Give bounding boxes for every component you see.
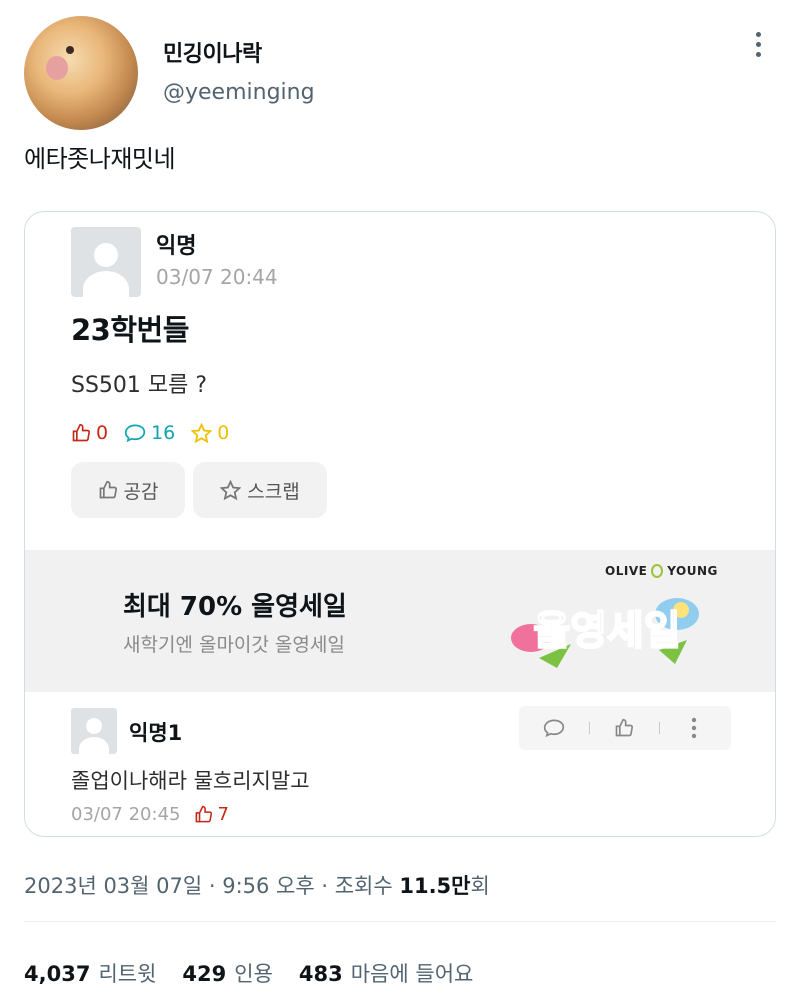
views-count: 11.5만 xyxy=(399,874,471,898)
post-author: 익명 xyxy=(156,234,197,259)
user-placeholder-icon xyxy=(71,227,141,297)
retweets-count: 4,037 xyxy=(24,962,91,986)
comment-author: 익명1 xyxy=(129,721,183,745)
comment-count: 16 xyxy=(151,422,176,444)
likes-link[interactable]: 483 마음에 들어요 xyxy=(299,958,473,988)
leaf-icon xyxy=(651,564,664,578)
quotes-link[interactable]: 429 인용 xyxy=(182,958,272,988)
timestamp-date: 2023년 03월 07일 · 9:56 오후 · 조회수 xyxy=(24,874,400,898)
sale-logo-text: 올영세일 xyxy=(533,608,680,654)
quotes-label: 인용 xyxy=(234,962,273,986)
divider xyxy=(24,921,776,922)
more-vertical-icon xyxy=(691,717,697,739)
like-count: 0 xyxy=(96,422,109,444)
star-icon xyxy=(220,479,242,500)
comment-toolbar xyxy=(519,706,731,750)
quotes-count: 429 xyxy=(182,962,227,986)
profile-avatar[interactable] xyxy=(24,16,138,130)
user-handle[interactable]: @yeeminging xyxy=(163,80,315,105)
brand-left: OLIVE xyxy=(605,564,648,578)
thumbs-up-icon xyxy=(615,718,634,737)
avatar-eye xyxy=(66,46,74,54)
post-stats: 0 16 0 xyxy=(71,422,245,444)
scrap-button[interactable]: 스크랩 xyxy=(193,462,327,518)
tweet-text: 에타좃나재밋네 xyxy=(24,145,176,173)
retweets-link[interactable]: 4,037 리트윗 xyxy=(24,958,156,988)
thumbs-up-icon xyxy=(196,805,213,823)
scrap-count: 0 xyxy=(217,422,230,444)
comment-like-stat: 7 xyxy=(194,804,229,825)
display-name[interactable]: 민깅이나락 xyxy=(163,36,262,68)
ad-banner[interactable]: 최대 70% 올영세일 새학기엔 올마이갓 올영세일 OLIVE YOUNG 올… xyxy=(25,550,775,692)
views-suffix: 회 xyxy=(470,874,490,898)
reply-button[interactable] xyxy=(519,706,589,750)
post-title: 23학번들 xyxy=(71,313,189,347)
engagement-bar: 4,037 리트윗 429 인용 483 마음에 들어요 xyxy=(24,958,499,988)
comment-icon xyxy=(124,424,146,443)
thumbs-up-icon xyxy=(99,480,117,499)
avatar-nose xyxy=(46,56,68,80)
retweets-label: 리트윗 xyxy=(98,962,157,986)
comment-like-count: 7 xyxy=(217,804,229,825)
comment-time: 03/07 20:45 xyxy=(71,804,181,825)
scrap-button-label: 스크랩 xyxy=(247,480,300,503)
comment-text: 졸업이나해라 물흐리지말고 xyxy=(71,769,310,793)
like-stat: 0 xyxy=(71,422,108,444)
comment-like-button[interactable] xyxy=(589,706,659,750)
sale-logo-graphic: 올영세일 xyxy=(511,598,699,668)
brand-right: YOUNG xyxy=(667,564,718,578)
user-placeholder-icon xyxy=(71,708,117,754)
comment-icon xyxy=(543,719,565,738)
comment-more-button[interactable] xyxy=(659,706,729,750)
brand-logo: OLIVE YOUNG xyxy=(605,564,718,578)
star-icon xyxy=(191,422,213,443)
post-time: 03/07 20:44 xyxy=(156,265,278,289)
likes-label: 마음에 들어요 xyxy=(350,962,474,986)
embedded-post-card: 익명 03/07 20:44 23학번들 SS501 모름 ? 0 16 0 공… xyxy=(24,211,776,837)
likes-count: 483 xyxy=(298,962,343,986)
thumbs-up-icon xyxy=(72,423,91,442)
comment-stat: 16 xyxy=(124,422,175,444)
tweet-timestamp[interactable]: 2023년 03월 07일 · 9:56 오후 · 조회수 11.5만회 xyxy=(24,870,490,900)
like-button-label: 공감 xyxy=(123,480,159,503)
ad-title: 최대 70% 올영세일 xyxy=(123,592,347,622)
post-body: SS501 모름 ? xyxy=(71,373,208,398)
more-options-icon[interactable] xyxy=(748,32,768,64)
comment-meta: 03/07 20:45 7 xyxy=(71,804,229,825)
like-button[interactable]: 공감 xyxy=(71,462,185,518)
ad-subtitle: 새학기엔 올마이갓 올영세일 xyxy=(123,634,345,656)
scrap-stat: 0 xyxy=(191,422,229,444)
